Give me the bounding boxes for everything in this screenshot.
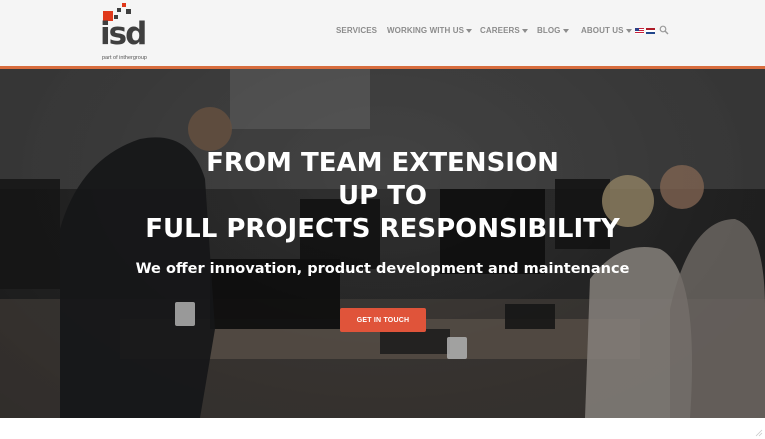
nav-careers[interactable]: CAREERS xyxy=(480,26,528,35)
nl-flag-blue xyxy=(646,32,655,34)
logo-square-small xyxy=(122,3,126,7)
nav-working-with-us[interactable]: WORKING WITH US xyxy=(387,26,473,35)
hero-subtitle: We offer innovation, product development… xyxy=(135,261,630,277)
hero-section: FROM TEAM EXTENSION UP TO FULL PROJECTS … xyxy=(0,69,765,418)
site-header: isd part of inthergroup SERVICES WORKING… xyxy=(0,0,765,66)
hero-title-line: UP TO xyxy=(337,181,428,211)
chevron-down-icon xyxy=(466,28,473,33)
search-icon[interactable] xyxy=(659,25,669,35)
hero-title-line: FROM TEAM EXTENSION xyxy=(206,148,559,178)
nl-flag-icon[interactable] xyxy=(646,28,655,34)
nav-about-us[interactable]: ABOUT US xyxy=(581,26,632,35)
nav-working-with-us-label: WORKING WITH US xyxy=(387,26,465,35)
hero-title-line: FULL PROJECTS RESPONSIBILITY xyxy=(145,214,620,244)
nav-blog[interactable]: BLOG xyxy=(537,26,569,35)
hero-title: FROM TEAM EXTENSION UP TO FULL PROJECTS … xyxy=(0,147,765,246)
get-in-touch-button[interactable]: GET IN TOUCH xyxy=(340,308,426,332)
page-below-hero xyxy=(0,418,765,439)
logo-tagline: part of inthergroup xyxy=(102,55,147,61)
logo-square-small xyxy=(117,8,121,12)
chevron-down-icon xyxy=(625,28,632,33)
nav-blog-label: BLOG xyxy=(537,26,561,35)
nav-services[interactable]: SERVICES xyxy=(336,26,377,35)
us-flag-canton xyxy=(635,28,639,31)
logo-square-small xyxy=(126,9,131,14)
resize-handle-icon xyxy=(755,429,763,437)
nav-careers-label: CAREERS xyxy=(480,26,520,35)
us-flag-icon[interactable] xyxy=(635,28,644,34)
chevron-down-icon xyxy=(562,28,569,33)
nav-about-us-label: ABOUT US xyxy=(581,26,624,35)
chevron-down-icon xyxy=(521,28,528,33)
nav-services-label: SERVICES xyxy=(336,26,378,35)
